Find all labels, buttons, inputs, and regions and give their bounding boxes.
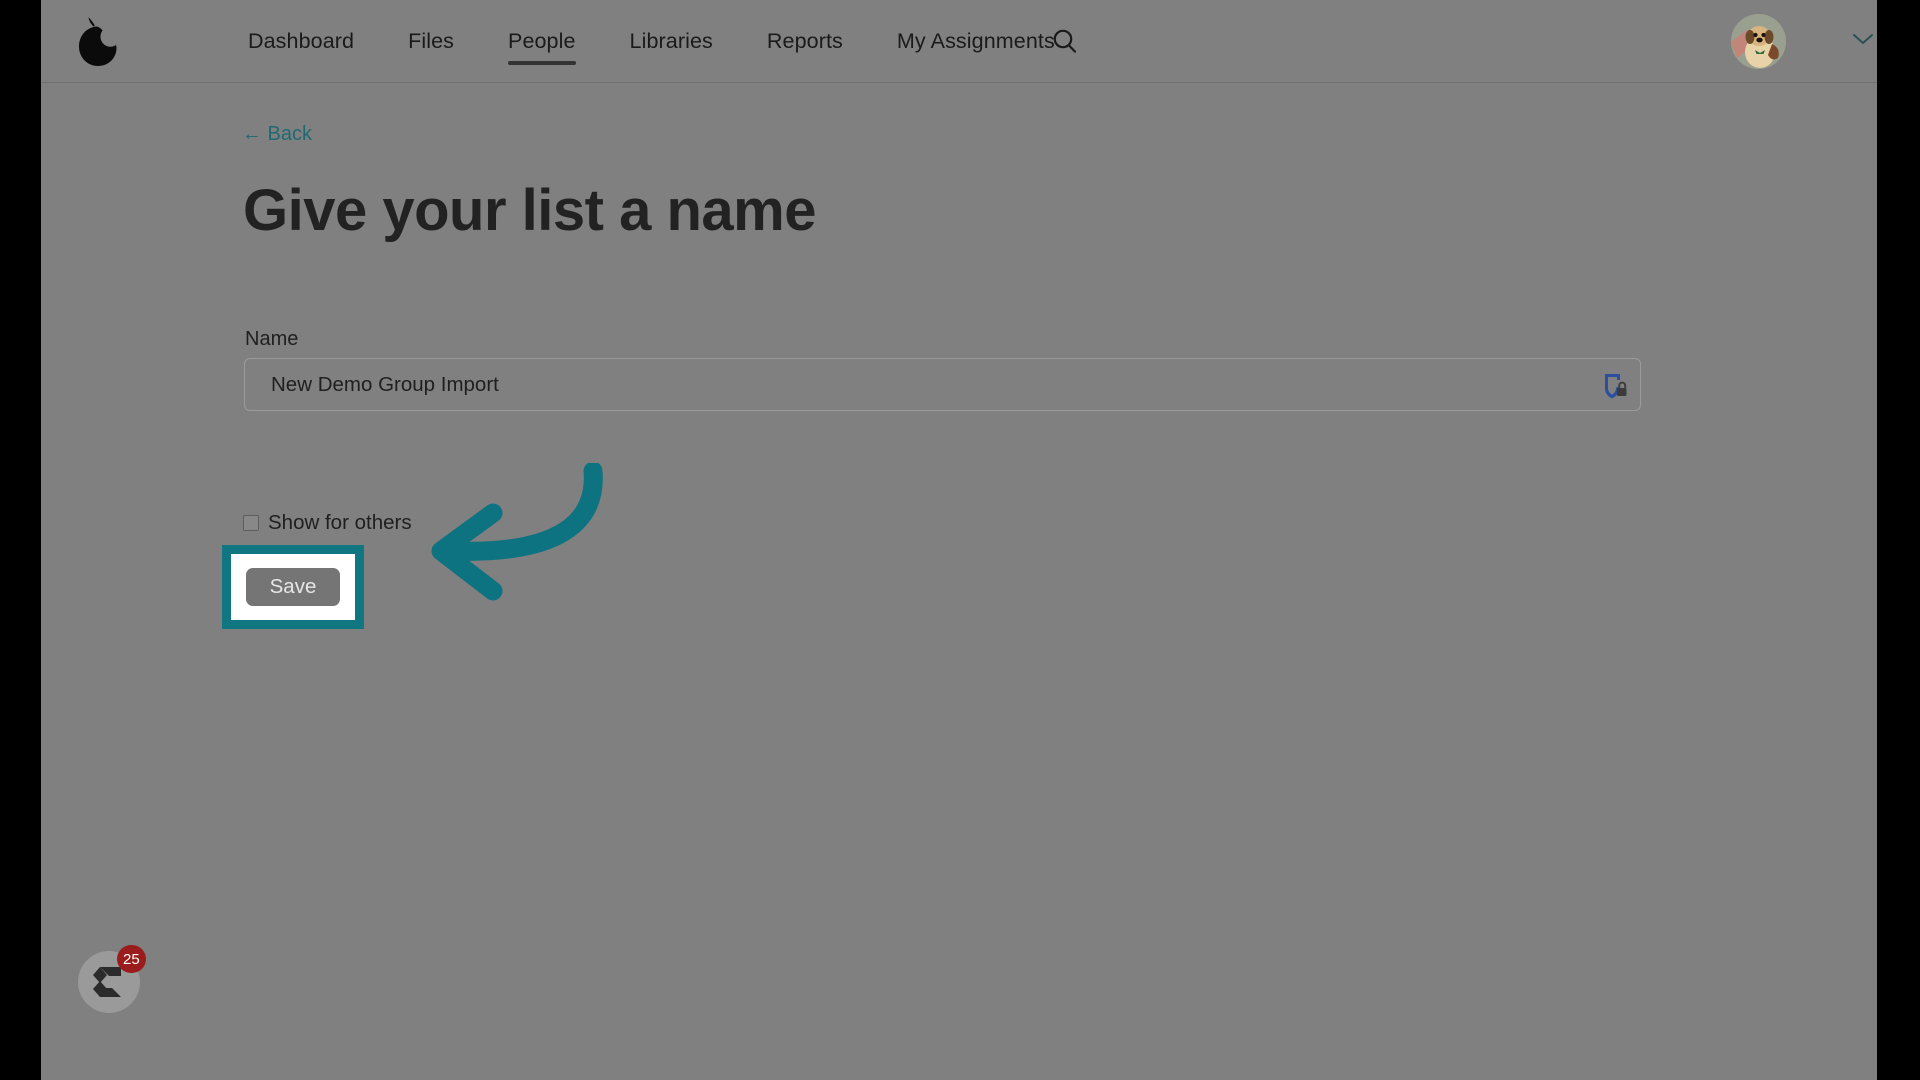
screen-root: Dashboard Files People Libraries Reports… (0, 0, 1920, 1080)
help-badge-count[interactable]: 25 (117, 945, 146, 973)
application-window: Dashboard Files People Libraries Reports… (41, 0, 1877, 1080)
name-field-label: Name (245, 328, 299, 350)
search-icon[interactable] (1049, 26, 1081, 58)
nav-link-dashboard[interactable]: Dashboard (221, 0, 381, 83)
name-input[interactable] (244, 358, 1641, 411)
back-link[interactable]: ← Back (242, 123, 312, 146)
shield-lock-icon[interactable] (1599, 370, 1629, 400)
show-for-others-row: Show for others (243, 511, 412, 535)
nav-link-files[interactable]: Files (381, 0, 481, 83)
save-button[interactable]: Save (246, 568, 340, 606)
avatar[interactable] (1731, 14, 1786, 69)
show-for-others-label[interactable]: Show for others (268, 511, 412, 535)
pear-logo-icon[interactable] (67, 10, 129, 72)
nav-links-group: Dashboard Files People Libraries Reports… (221, 0, 1082, 83)
nav-link-people[interactable]: People (481, 0, 603, 83)
nav-link-reports[interactable]: Reports (740, 0, 870, 83)
page-title: Give your list a name (243, 178, 816, 243)
nav-link-libraries[interactable]: Libraries (603, 0, 740, 83)
show-for-others-checkbox[interactable] (243, 515, 259, 531)
main-content: ← Back Give your list a name Name Show f… (41, 83, 1877, 1080)
name-input-wrapper (244, 358, 1641, 411)
chevron-down-icon[interactable] (1851, 30, 1875, 48)
curved-left-arrow-icon (371, 461, 631, 633)
top-navigation-bar: Dashboard Files People Libraries Reports… (41, 0, 1877, 83)
